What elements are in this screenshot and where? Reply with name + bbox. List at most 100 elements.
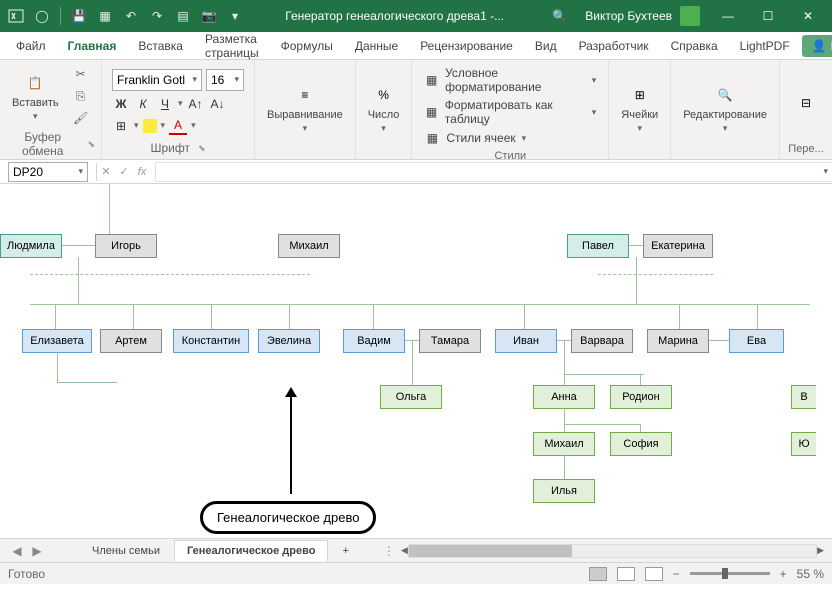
format-table-button[interactable]: ▦Форматировать как таблицу ▾ <box>418 96 602 128</box>
sheet-next-icon[interactable]: ▶ <box>28 542 46 560</box>
undo-icon[interactable]: ↶ <box>119 4 143 28</box>
search-icon[interactable]: 🔍 <box>542 9 577 23</box>
cells-button[interactable]: ⊞ Ячейки ▾ <box>615 79 664 138</box>
underline-button[interactable]: Ч <box>156 95 174 113</box>
tab-data[interactable]: Данные <box>345 33 408 59</box>
share-button[interactable]: 👤Поделиться <box>802 35 832 57</box>
view-page-layout-icon[interactable] <box>617 567 635 581</box>
tree-node[interactable]: Людмила <box>0 234 62 258</box>
tree-node[interactable]: Павел <box>567 234 629 258</box>
close-button[interactable]: ✕ <box>788 0 828 32</box>
tree-node[interactable]: София <box>610 432 672 456</box>
cells-label: Ячейки <box>621 109 658 121</box>
new-icon[interactable]: ▦ <box>93 4 117 28</box>
tab-lightpdf[interactable]: LightPDF <box>730 33 800 59</box>
tree-node[interactable]: Артем <box>100 329 162 353</box>
zoom-out-button[interactable]: − <box>673 567 680 581</box>
sheet-prev-icon[interactable]: ◀ <box>8 542 26 560</box>
sheet-tab-tree[interactable]: Генеалогическое древо <box>174 540 328 561</box>
camera-icon[interactable]: 📷 <box>197 4 221 28</box>
expand-fx-icon[interactable]: ▾ <box>823 166 828 177</box>
tab-formulas[interactable]: Формулы <box>271 33 343 59</box>
tree-node[interactable]: Тамара <box>419 329 481 353</box>
autosave-icon[interactable]: ◯ <box>30 4 54 28</box>
tree-node[interactable]: Константин <box>173 329 249 353</box>
cancel-fx-icon[interactable]: ✕ <box>97 162 115 182</box>
alignment-button[interactable]: ≡ Выравнивание ▾ <box>261 79 349 138</box>
sheet-add-button[interactable]: + <box>330 541 360 561</box>
tab-file[interactable]: Файл <box>6 33 56 59</box>
tab-developer[interactable]: Разработчик <box>569 33 659 59</box>
number-button[interactable]: % Число ▾ <box>362 79 406 138</box>
tree-node[interactable]: Вадим <box>343 329 405 353</box>
tree-node[interactable]: Михаил <box>533 432 595 456</box>
worksheet-canvas[interactable]: Людмила Игорь Михаил Павел Екатерина Ели… <box>0 184 832 538</box>
translate-button[interactable]: ⊟ <box>786 87 826 119</box>
font-launcher[interactable]: ⬊ <box>198 143 206 154</box>
tree-node[interactable]: Илья <box>533 479 595 503</box>
copy-icon[interactable]: ⎘ <box>71 86 91 106</box>
tree-node[interactable]: Иван <box>495 329 557 353</box>
formula-input[interactable]: ▾ <box>155 162 832 182</box>
tree-node[interactable]: Ева <box>729 329 784 353</box>
name-box[interactable]: DP20▾ <box>8 162 88 182</box>
view-page-break-icon[interactable] <box>645 567 663 581</box>
tab-view[interactable]: Вид <box>525 33 567 59</box>
user-account[interactable]: Виктор Бухтеев <box>577 6 708 26</box>
excel-icon[interactable] <box>4 4 28 28</box>
clipboard-launcher[interactable]: ⬊ <box>87 139 95 150</box>
tree-node[interactable]: Эвелина <box>258 329 320 353</box>
tree-node[interactable]: Марина <box>647 329 709 353</box>
tree-node[interactable]: Ю <box>791 432 816 456</box>
tree-node[interactable]: Родион <box>610 385 672 409</box>
cut-icon[interactable]: ✂ <box>71 64 91 84</box>
paste-button[interactable]: 📋 Вставить ▾ <box>6 67 65 126</box>
border-icon[interactable]: ⊞ <box>112 117 130 135</box>
bold-button[interactable]: Ж <box>112 95 130 113</box>
view-normal-icon[interactable] <box>589 567 607 581</box>
tree-node[interactable]: Варвара <box>571 329 633 353</box>
tab-review[interactable]: Рецензирование <box>410 33 523 59</box>
tree-node[interactable]: Екатерина <box>643 234 713 258</box>
cell-styles-button[interactable]: ▦Стили ячеек ▾ <box>418 128 602 148</box>
align-label: Выравнивание <box>267 109 343 121</box>
tab-home[interactable]: Главная <box>58 33 127 59</box>
horizontal-scrollbar[interactable]: ⋮ ◀ ▶ <box>383 545 824 557</box>
redo-icon[interactable]: ↷ <box>145 4 169 28</box>
italic-button[interactable]: К <box>134 95 152 113</box>
sheet-tab-bar: ◀ ▶ Члены семьи Генеалогическое древо + … <box>0 538 832 562</box>
tree-node[interactable]: Михаил <box>278 234 340 258</box>
save-icon[interactable]: 💾 <box>67 4 91 28</box>
font-color-icon[interactable]: A <box>169 117 187 135</box>
scroll-thumb[interactable] <box>409 545 572 557</box>
calc-icon[interactable]: ▤ <box>171 4 195 28</box>
fx-icon[interactable]: fx <box>133 162 151 182</box>
sheet-tab-members[interactable]: Члены семьи <box>80 541 172 561</box>
editing-button[interactable]: 🔍 Редактирование ▾ <box>677 79 773 138</box>
tree-node[interactable]: Анна <box>533 385 595 409</box>
ribbon-tabs: Файл Главная Вставка Разметка страницы Ф… <box>0 32 832 60</box>
zoom-slider[interactable] <box>690 572 770 575</box>
connector <box>211 304 212 329</box>
tree-node[interactable]: Ольга <box>380 385 442 409</box>
tab-help[interactable]: Справка <box>661 33 728 59</box>
styles-label: Стили <box>418 148 602 162</box>
zoom-value[interactable]: 55 % <box>797 567 824 581</box>
increase-font-icon[interactable]: A↑ <box>187 95 205 113</box>
font-size-select[interactable]: 16▾ <box>206 69 244 91</box>
qat-more-icon[interactable]: ▾ <box>223 4 247 28</box>
tree-node[interactable]: В <box>791 385 816 409</box>
tree-node[interactable]: Игорь <box>95 234 157 258</box>
maximize-button[interactable]: ☐ <box>748 0 788 32</box>
fill-color-icon[interactable] <box>143 119 157 133</box>
zoom-in-button[interactable]: + <box>780 567 787 581</box>
accept-fx-icon[interactable]: ✓ <box>115 162 133 182</box>
tree-node[interactable]: Елизавета <box>22 329 92 353</box>
document-title: Генератор генеалогического древа1 -... <box>247 9 542 23</box>
conditional-format-button[interactable]: ▦Условное форматирование ▾ <box>418 64 602 96</box>
font-name-select[interactable]: Franklin Gotl▾ <box>112 69 202 91</box>
decrease-font-icon[interactable]: A↓ <box>209 95 227 113</box>
tab-insert[interactable]: Вставка <box>128 33 193 59</box>
format-painter-icon[interactable]: 🖌 <box>71 108 91 128</box>
minimize-button[interactable]: — <box>708 0 748 32</box>
